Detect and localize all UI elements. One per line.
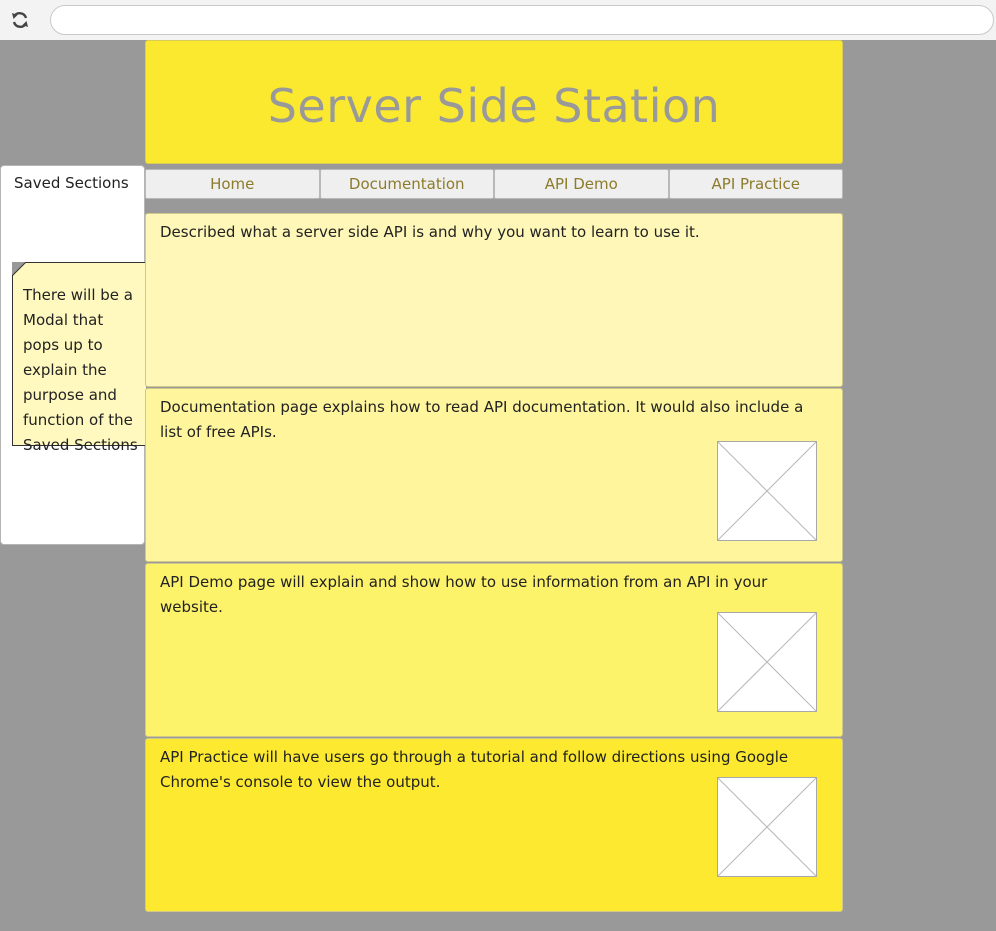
nav-api-demo-button[interactable]: API Demo: [494, 169, 669, 199]
image-placeholder-icon: [717, 612, 817, 712]
image-placeholder-icon: [717, 777, 817, 877]
api-demo-section: API Demo page will explain and show how …: [145, 563, 843, 737]
sticky-note-text: There will be a Modal that pops up to ex…: [23, 286, 138, 454]
site-title: Server Side Station: [267, 79, 721, 133]
reload-icon[interactable]: [8, 8, 32, 32]
intro-section: Described what a server side API is and …: [145, 213, 843, 387]
site-header: Server Side Station: [145, 40, 843, 164]
note-fold-line: [12, 262, 26, 276]
api-practice-section: API Practice will have users go through …: [145, 738, 843, 912]
image-placeholder-icon: [717, 441, 817, 541]
nav-documentation-button[interactable]: Documentation: [319, 169, 494, 199]
nav-api-practice-button[interactable]: API Practice: [668, 169, 843, 199]
main-nav: Home Documentation API Demo API Practice: [145, 169, 843, 199]
section-text: Described what a server side API is and …: [160, 223, 700, 241]
sidebar-title: Saved Sections: [14, 174, 129, 192]
nav-home-button[interactable]: Home: [145, 169, 320, 199]
section-text: Documentation page explains how to read …: [160, 398, 804, 441]
documentation-section: Documentation page explains how to read …: [145, 388, 843, 562]
address-bar[interactable]: [50, 5, 994, 35]
browser-toolbar: [0, 0, 996, 40]
sticky-note: There will be a Modal that pops up to ex…: [12, 262, 146, 454]
